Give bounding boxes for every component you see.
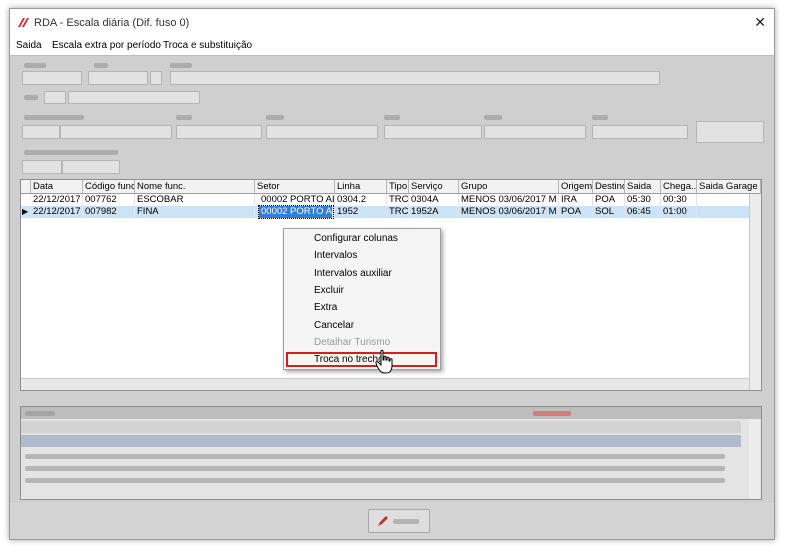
table-row[interactable]: 22/12/2017 007762 ESCOBAR 00002 PORTO AL… xyxy=(21,194,761,206)
consultar-button[interactable] xyxy=(696,121,764,143)
context-menu: Configurar colunas Intervalos Intervalos… xyxy=(283,228,441,370)
menu-item-intervalos-auxiliar[interactable]: Intervalos auxiliar xyxy=(314,268,392,279)
pencil-icon xyxy=(378,516,388,526)
menu-troca-substituicao[interactable]: Troca e substituição xyxy=(163,40,252,51)
col-header-linha[interactable]: Linha xyxy=(335,180,387,194)
trechos-panel xyxy=(20,406,762,500)
col-header-saida-garage[interactable]: Saida Garage xyxy=(697,180,761,194)
menu-item-detalhar-turismo: Detalhar Turismo xyxy=(314,337,391,348)
col-header-chegada[interactable]: Chega... xyxy=(661,180,697,194)
tab-detalhe[interactable] xyxy=(62,160,120,174)
menu-item-troca-no-trecho[interactable]: Troca no trecho xyxy=(314,354,384,365)
rda-logo-icon xyxy=(18,18,29,27)
row-marker-icon: ▶ xyxy=(21,206,31,218)
menu-item-configurar-colunas[interactable]: Configurar colunas xyxy=(314,233,398,244)
col-header-nome[interactable]: Nome func. xyxy=(135,180,255,194)
hand-pointer-icon xyxy=(375,349,393,374)
col-header-codigo[interactable]: Código func. xyxy=(83,180,135,194)
calendar-icon[interactable] xyxy=(150,71,162,85)
horizontal-scrollbar[interactable] xyxy=(21,378,749,390)
title-bar: RDA - Escala diária (Dif. fuso 0) ✕ xyxy=(10,9,774,37)
menu-bar: Saida Escala extra por período Troca e s… xyxy=(10,37,774,56)
vertical-scrollbar[interactable] xyxy=(749,194,761,390)
col-header-saida[interactable]: Saida xyxy=(625,180,661,194)
close-button[interactable]: ✕ xyxy=(754,14,766,31)
menu-saida[interactable]: Saida xyxy=(16,40,42,51)
main-window: RDA - Escala diária (Dif. fuso 0) ✕ Said… xyxy=(9,8,775,540)
col-header-destino[interactable]: Destino xyxy=(593,180,625,194)
col-header-setor[interactable]: Setor xyxy=(255,180,335,194)
menu-escala-extra[interactable]: Escala extra por período xyxy=(52,40,161,51)
confirm-button[interactable] xyxy=(368,509,430,533)
selected-cell-setor[interactable]: 00002 PORTO ALE xyxy=(258,205,334,219)
menu-item-cancelar[interactable]: Cancelar xyxy=(314,320,354,331)
table-row-selected[interactable]: ▶ 22/12/2017 007982 FINA 00002 PORTO ALE… xyxy=(21,205,761,219)
tab-resumo[interactable] xyxy=(22,160,62,174)
col-header-grupo[interactable]: Grupo xyxy=(459,180,559,194)
date-end-field[interactable] xyxy=(88,71,148,85)
window-title: RDA - Escala diária (Dif. fuso 0) xyxy=(34,17,190,29)
col-header-origem[interactable]: Origem xyxy=(559,180,593,194)
col-header-tipo[interactable]: Tipo xyxy=(387,180,409,194)
bottom-vertical-scrollbar[interactable] xyxy=(749,419,760,499)
menu-item-intervalos[interactable]: Intervalos xyxy=(314,250,357,261)
date-start-field[interactable] xyxy=(22,71,82,85)
menu-item-extra[interactable]: Extra xyxy=(314,302,337,313)
menu-item-excluir[interactable]: Excluir xyxy=(314,285,344,296)
col-header-servico[interactable]: Serviço xyxy=(409,180,459,194)
sector-select[interactable] xyxy=(170,71,660,85)
col-header-data[interactable]: Data xyxy=(31,180,83,194)
